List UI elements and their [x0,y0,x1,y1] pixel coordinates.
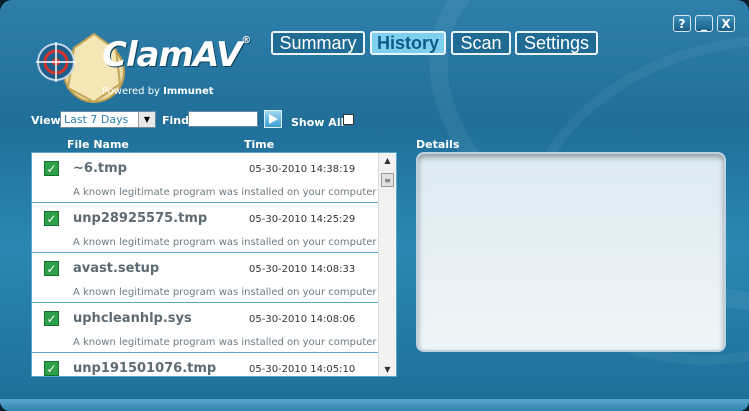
tab-settings[interactable]: Settings [515,31,598,55]
event-description: A known legitimate program was installed… [73,237,377,248]
details-label: Details [416,138,460,151]
clamav-window: ? _ X ClamAV® Powered by Immunet Summary… [0,0,749,411]
check-icon: ✓ [44,261,59,276]
event-time: 05-30-2010 14:08:33 [249,264,356,275]
check-icon: ✓ [44,311,59,326]
find-input[interactable] [188,111,258,127]
scroll-thumb[interactable]: ≡ [381,173,394,187]
product-name: ClamAV® [102,35,251,75]
scroll-up-icon[interactable]: ▲ [379,153,396,167]
view-selected-value: Last 7 Days [64,113,129,126]
list-item[interactable]: ✓ uphcleanhlp.sys 05-30-2010 14:08:06 A … [32,303,378,353]
show-all-checkbox[interactable] [343,114,354,125]
list-item[interactable]: ✓ ~6.tmp 05-30-2010 14:38:19 A known leg… [32,153,378,203]
list-item[interactable]: ✓ avast.setup 05-30-2010 14:08:33 A know… [32,253,378,303]
close-button[interactable]: X [717,15,735,32]
file-name: uphcleanhlp.sys [73,311,192,326]
view-label: View [31,114,61,127]
event-time: 05-30-2010 14:08:06 [249,314,356,325]
powered-by: Powered by Immunet [102,86,214,97]
tab-scan[interactable]: Scan [451,31,511,55]
find-go-button[interactable] [264,110,282,128]
find-label: Find [162,114,189,127]
view-select[interactable]: Last 7 Days ▼ [60,111,156,128]
check-icon: ✓ [44,211,59,226]
list-scrollbar[interactable]: ▲ ≡ ▼ [378,153,396,376]
play-arrow-icon [269,114,278,124]
list-item[interactable]: ✓ unp28925575.tmp 05-30-2010 14:25:29 A … [32,203,378,253]
window-bottom-bar [0,399,749,411]
details-panel [416,152,726,352]
event-time: 05-30-2010 14:38:19 [249,164,356,175]
tab-summary[interactable]: Summary [271,31,365,55]
column-header-time[interactable]: Time [244,138,274,151]
check-icon: ✓ [44,161,59,176]
event-time: 05-30-2010 14:05:10 [249,364,356,375]
tab-history[interactable]: History [370,31,446,55]
file-name: ~6.tmp [73,161,127,176]
scroll-down-icon[interactable]: ▼ [379,362,396,376]
column-header-file-name[interactable]: File Name [67,138,129,151]
event-description: A known legitimate program was installed… [73,187,377,198]
history-list[interactable]: ✓ ~6.tmp 05-30-2010 14:38:19 A known leg… [31,152,397,377]
event-description: A known legitimate program was installed… [73,337,377,348]
file-name: avast.setup [73,261,160,276]
file-name: unp28925575.tmp [73,211,208,226]
event-description: A known legitimate program was installed… [73,287,377,298]
check-icon: ✓ [44,361,59,376]
chevron-down-icon[interactable]: ▼ [138,112,155,127]
file-name: unp191501076.tmp [73,361,217,376]
show-all-label: Show All [291,116,345,129]
list-item[interactable]: ✓ unp191501076.tmp 05-30-2010 14:05:10 [32,353,378,376]
help-button[interactable]: ? [673,15,691,32]
minimize-button[interactable]: _ [695,15,713,32]
event-time: 05-30-2010 14:25:29 [249,214,356,225]
